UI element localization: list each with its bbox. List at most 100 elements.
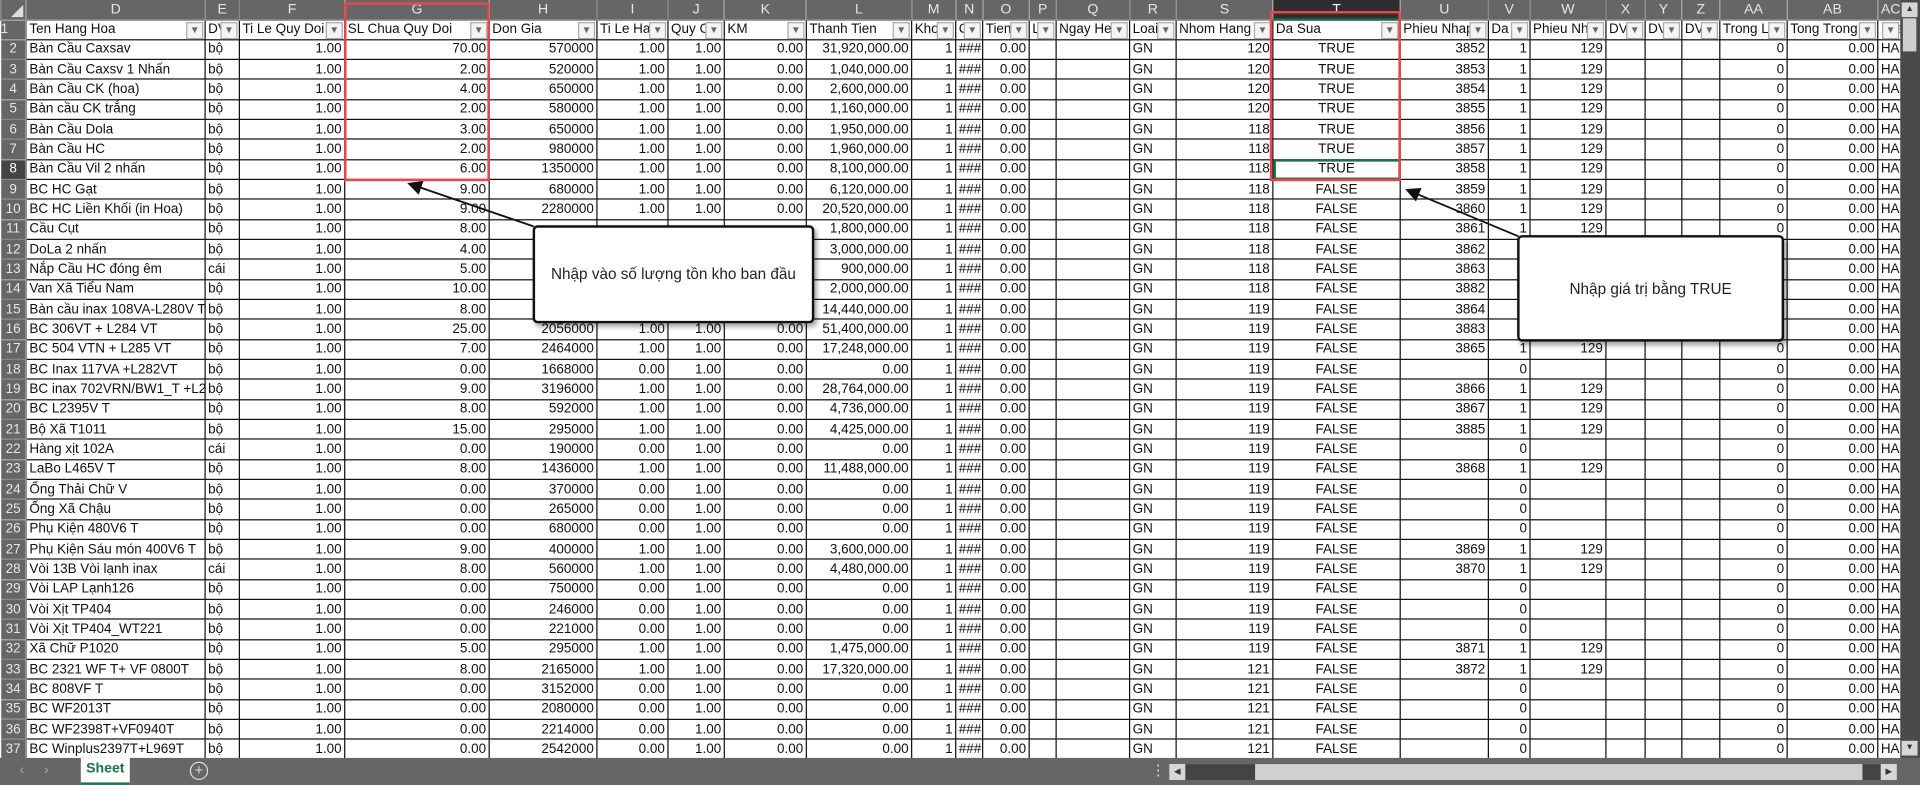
- cell-ac[interactable]: HA: [1877, 58, 1901, 81]
- cell-g[interactable]: 0.00: [344, 578, 490, 601]
- cell-i[interactable]: 1.00: [596, 138, 669, 161]
- column-header-e[interactable]: E: [204, 0, 241, 21]
- column-header-f[interactable]: F: [238, 0, 346, 21]
- cell-m[interactable]: 1: [911, 258, 957, 281]
- cell-ac[interactable]: HA: [1877, 278, 1901, 301]
- cell-d[interactable]: Bộ Xã T1011: [25, 418, 206, 441]
- cell-y[interactable]: [1644, 398, 1683, 421]
- cell-w[interactable]: 129: [1529, 38, 1607, 61]
- row-number[interactable]: 1: [0, 18, 27, 41]
- cell-r[interactable]: GN: [1128, 578, 1177, 601]
- header-cell[interactable]: Ti Le Quy Doi ▼: [238, 18, 346, 41]
- cell-r[interactable]: GN: [1128, 618, 1177, 641]
- cell-f[interactable]: 1.00: [238, 538, 346, 561]
- cell-g[interactable]: 5.00: [344, 638, 490, 661]
- cell-u[interactable]: 3855: [1399, 98, 1489, 121]
- cell-r[interactable]: GN: [1128, 498, 1177, 521]
- cell-f[interactable]: 1.00: [238, 358, 346, 381]
- cell-ac[interactable]: HA: [1877, 258, 1901, 281]
- cell-s[interactable]: 119: [1175, 638, 1274, 661]
- cell-x[interactable]: [1605, 598, 1646, 621]
- cell-ac[interactable]: HA: [1877, 218, 1901, 241]
- cell-ab[interactable]: 0.00: [1786, 358, 1879, 381]
- cell-d[interactable]: Vòi LAP Lạnh126: [25, 578, 206, 601]
- cell-z[interactable]: [1681, 178, 1721, 201]
- cell-x[interactable]: [1605, 198, 1646, 221]
- cell-d[interactable]: Phụ Kiện Sáu món 400V6 T: [25, 538, 206, 561]
- cell-ab[interactable]: 0.00: [1786, 418, 1879, 441]
- cell-n[interactable]: ###: [955, 398, 984, 421]
- header-cell[interactable]: DVT▼: [204, 18, 241, 41]
- cell-y[interactable]: [1644, 498, 1683, 521]
- cell-t[interactable]: FALSE: [1272, 398, 1401, 421]
- cell-u[interactable]: 3870: [1399, 558, 1489, 581]
- cell-i[interactable]: 0.00: [596, 478, 669, 501]
- cell-t[interactable]: FALSE: [1272, 258, 1401, 281]
- cell-z[interactable]: [1681, 138, 1721, 161]
- cell-h[interactable]: 190000: [488, 438, 598, 461]
- cell-d[interactable]: DoLa 2 nhấn: [25, 238, 206, 261]
- cell-y[interactable]: [1644, 658, 1683, 681]
- cell-d[interactable]: Bàn Cầu Vil 2 nhấn: [25, 158, 206, 181]
- cell-ab[interactable]: 0.00: [1786, 618, 1879, 641]
- cell-n[interactable]: ###: [955, 118, 984, 141]
- cell-x[interactable]: [1605, 658, 1646, 681]
- cell-t[interactable]: FALSE: [1272, 638, 1401, 661]
- cell-x[interactable]: [1605, 178, 1646, 201]
- cell-d[interactable]: Van Xã Tiểu Nam: [25, 278, 206, 301]
- header-cell[interactable]: DV ▼: [1605, 18, 1646, 41]
- horizontal-scrollbar[interactable]: ◀ ▶: [1169, 764, 1897, 781]
- cell-o[interactable]: 0.00: [982, 218, 1030, 241]
- cell-f[interactable]: 1.00: [238, 218, 346, 241]
- cell-v[interactable]: 1: [1487, 338, 1531, 361]
- header-cell[interactable]: Da C ▼: [1487, 18, 1531, 41]
- cell-v[interactable]: 0: [1487, 518, 1531, 541]
- cell-ac[interactable]: HA: [1877, 138, 1901, 161]
- header-cell[interactable]: Tong Trong ▼: [1786, 18, 1879, 41]
- cell-m[interactable]: 1: [911, 218, 957, 241]
- cell-t[interactable]: FALSE: [1272, 278, 1401, 301]
- cell-m[interactable]: 1: [911, 618, 957, 641]
- cell-n[interactable]: ###: [955, 538, 984, 561]
- cell-u[interactable]: 3859: [1399, 178, 1489, 201]
- cell-o[interactable]: 0.00: [982, 258, 1030, 281]
- cell-aa[interactable]: 0: [1719, 78, 1788, 101]
- cell-k[interactable]: 0.00: [723, 458, 807, 481]
- cell-h[interactable]: 980000: [488, 138, 598, 161]
- cell-w[interactable]: 129: [1529, 118, 1607, 141]
- cell-s[interactable]: 121: [1175, 698, 1274, 720]
- cell-ac[interactable]: HA: [1877, 538, 1901, 561]
- cell-i[interactable]: 1.00: [596, 558, 669, 581]
- cell-d[interactable]: Bàn Cầu Caxsav: [25, 38, 206, 61]
- cell-n[interactable]: ###: [955, 298, 984, 321]
- cell-e[interactable]: bộ: [204, 578, 241, 601]
- cell-h[interactable]: 1350000: [488, 158, 598, 181]
- cell-z[interactable]: [1681, 618, 1721, 641]
- cell-q[interactable]: [1055, 658, 1131, 681]
- cell-u[interactable]: [1399, 478, 1489, 501]
- cell-o[interactable]: 0.00: [982, 58, 1030, 81]
- cell-o[interactable]: 0.00: [982, 478, 1030, 501]
- cell-z[interactable]: [1681, 578, 1721, 601]
- cell-o[interactable]: 0.00: [982, 558, 1030, 581]
- cell-p[interactable]: [1028, 678, 1057, 700]
- cell-o[interactable]: 0.00: [982, 38, 1030, 61]
- cell-y[interactable]: [1644, 578, 1683, 601]
- cell-g[interactable]: 0.00: [344, 698, 490, 720]
- row-number[interactable]: 11: [0, 218, 27, 241]
- cell-r[interactable]: GN: [1128, 558, 1177, 581]
- cell-e[interactable]: bộ: [204, 358, 241, 381]
- cell-v[interactable]: 0: [1487, 698, 1531, 720]
- cell-z[interactable]: [1681, 438, 1721, 461]
- cell-x[interactable]: [1605, 58, 1646, 81]
- cell-d[interactable]: Bàn cầu inax 108VA-L280V T: [25, 298, 206, 321]
- cell-f[interactable]: 1.00: [238, 598, 346, 621]
- row-number[interactable]: 23: [0, 458, 27, 481]
- cell-y[interactable]: [1644, 638, 1683, 661]
- cell-aa[interactable]: 0: [1719, 98, 1788, 121]
- cell-k[interactable]: 0.00: [723, 638, 807, 661]
- filter-dropdown-icon[interactable]: ▼: [470, 21, 488, 39]
- cell-w[interactable]: [1529, 718, 1607, 740]
- cell-w[interactable]: 129: [1529, 378, 1607, 401]
- cell-w[interactable]: 129: [1529, 458, 1607, 481]
